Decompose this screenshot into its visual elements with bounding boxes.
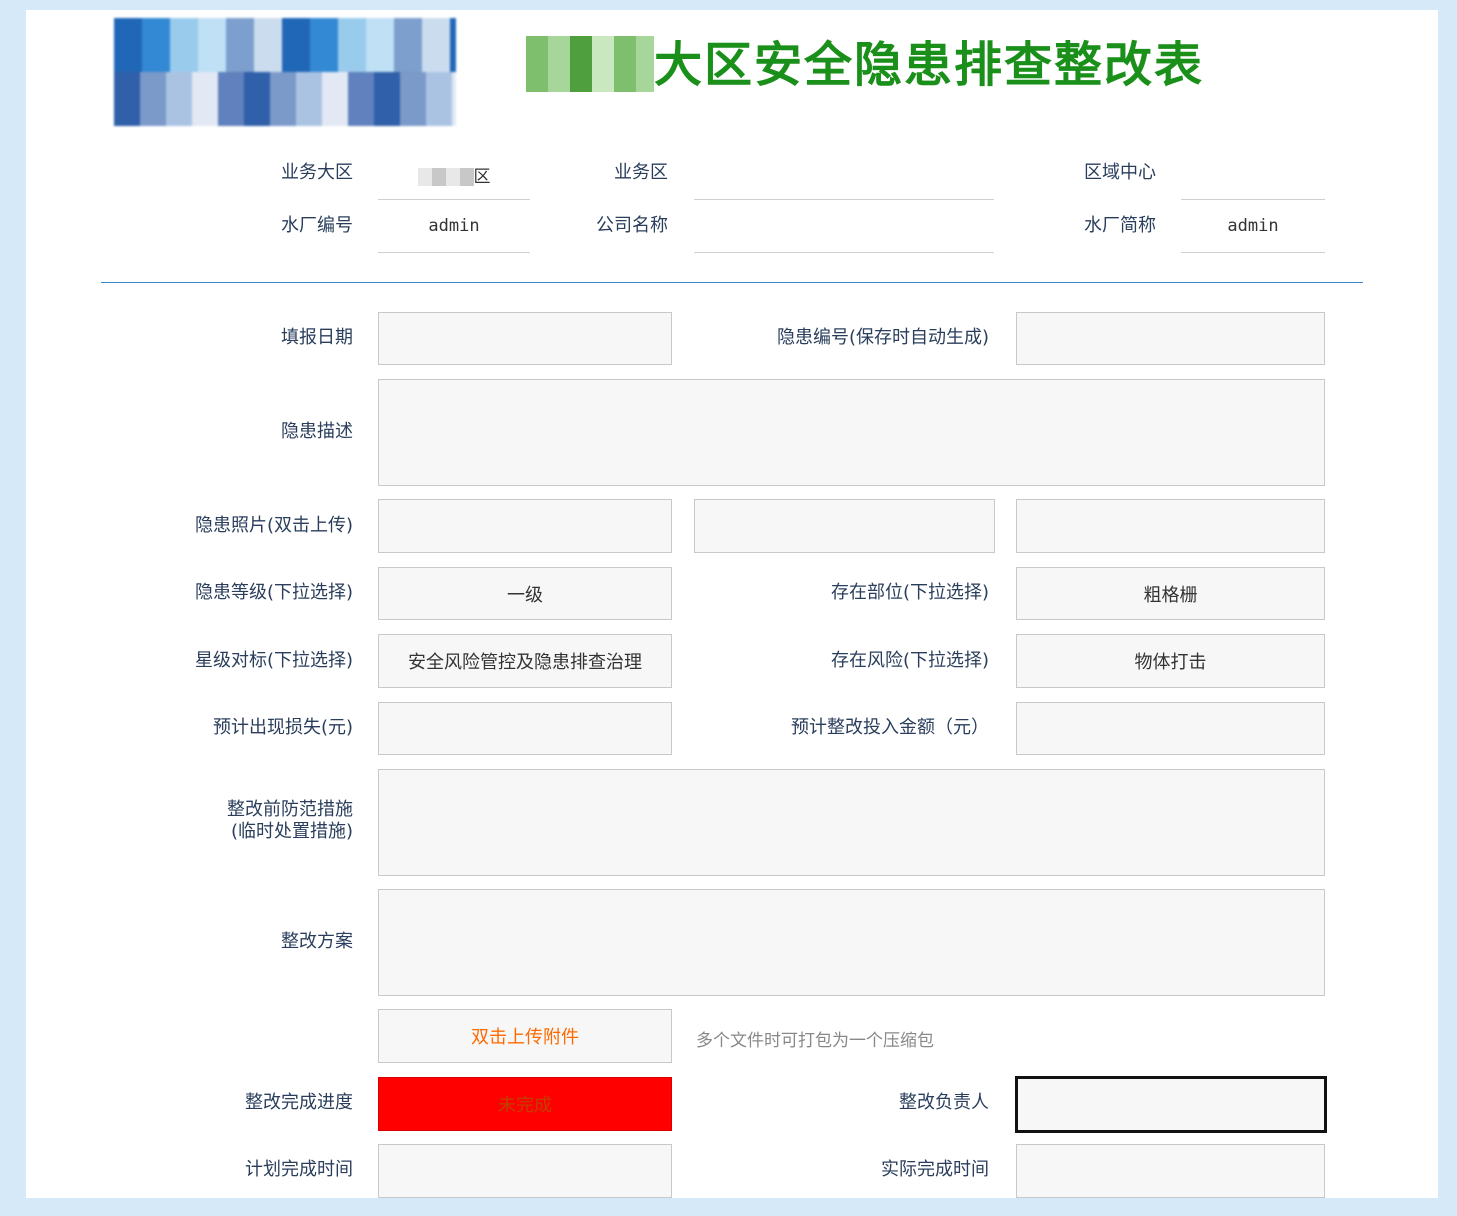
biz-area-label: 业务区 xyxy=(614,162,668,183)
biz-region-label: 业务大区 xyxy=(281,162,353,183)
photo-slot-1[interactable] xyxy=(378,499,672,553)
star-label: 星级对标(下拉选择) xyxy=(194,650,353,671)
photo-slot-2[interactable] xyxy=(694,499,995,553)
investment-label: 预计整改投入金额（元） xyxy=(791,717,989,738)
actual-time-label: 实际完成时间 xyxy=(881,1159,989,1180)
report-date-field[interactable] xyxy=(378,312,672,365)
level-label: 隐患等级(下拉选择) xyxy=(194,582,353,603)
biz-region-underline xyxy=(378,199,530,200)
plan-label: 整改方案 xyxy=(281,931,353,952)
progress-label: 整改完成进度 xyxy=(245,1092,353,1113)
plant-no-underline xyxy=(378,252,530,253)
prevention-label-line1: 整改前防范措施 xyxy=(227,799,353,820)
region-center-underline xyxy=(1181,199,1325,200)
upload-attachment-button[interactable]: 双击上传附件 xyxy=(378,1009,672,1063)
region-center-label: 区域中心 xyxy=(1084,162,1156,183)
progress-status-badge[interactable]: 未完成 xyxy=(378,1077,672,1131)
risk-label: 存在风险(下拉选择) xyxy=(830,650,989,671)
description-label: 隐患描述 xyxy=(281,421,353,442)
form-sheet: 大区安全隐患排查整改表 业务大区 区 业务区 区域中心 水厂编号 admin 公… xyxy=(26,10,1438,1198)
investment-field[interactable] xyxy=(1016,702,1325,755)
planned-time-label: 计划完成时间 xyxy=(245,1159,353,1180)
plant-no-value[interactable]: admin xyxy=(378,216,530,236)
redacted-text xyxy=(417,168,474,186)
plant-short-underline xyxy=(1181,252,1325,253)
hazard-no-field[interactable] xyxy=(1016,312,1325,365)
plan-textarea[interactable] xyxy=(378,889,1325,996)
owner-label: 整改负责人 xyxy=(899,1092,989,1113)
level-select[interactable]: 一级 xyxy=(378,567,672,620)
biz-region-value: 区 xyxy=(378,162,530,187)
company-name-label: 公司名称 xyxy=(596,215,668,236)
plant-short-label: 水厂简称 xyxy=(1084,215,1156,236)
planned-time-field[interactable] xyxy=(378,1144,672,1198)
loss-field[interactable] xyxy=(378,702,672,755)
photo-label: 隐患照片(双击上传) xyxy=(194,515,353,536)
company-logo-image xyxy=(114,18,456,126)
report-date-label: 填报日期 xyxy=(281,327,353,348)
plant-short-value[interactable]: admin xyxy=(1181,216,1325,236)
actual-time-field[interactable] xyxy=(1016,1144,1325,1198)
prevention-label-line2: (临时处置措施) xyxy=(230,821,353,842)
star-select[interactable]: 安全风险管控及隐患排查治理 xyxy=(378,634,672,688)
biz-area-underline xyxy=(694,199,994,200)
photo-slot-3[interactable] xyxy=(1016,499,1325,553)
location-label: 存在部位(下拉选择) xyxy=(830,582,989,603)
page-title: 大区安全隐患排查整改表 xyxy=(654,37,1205,93)
company-name-underline xyxy=(694,252,994,253)
section-divider xyxy=(101,282,1363,283)
hazard-no-label: 隐患编号(保存时自动生成) xyxy=(776,327,989,348)
loss-label: 预计出现损失(元) xyxy=(212,717,353,738)
description-textarea[interactable] xyxy=(378,379,1325,486)
upload-hint: 多个文件时可打包为一个压缩包 xyxy=(696,1031,934,1051)
owner-field[interactable] xyxy=(1015,1076,1327,1133)
title-redacted-prefix xyxy=(526,36,654,92)
plant-no-label: 水厂编号 xyxy=(281,215,353,236)
location-select[interactable]: 粗格栅 xyxy=(1016,567,1325,620)
risk-select[interactable]: 物体打击 xyxy=(1016,634,1325,688)
prevention-textarea[interactable] xyxy=(378,769,1325,876)
